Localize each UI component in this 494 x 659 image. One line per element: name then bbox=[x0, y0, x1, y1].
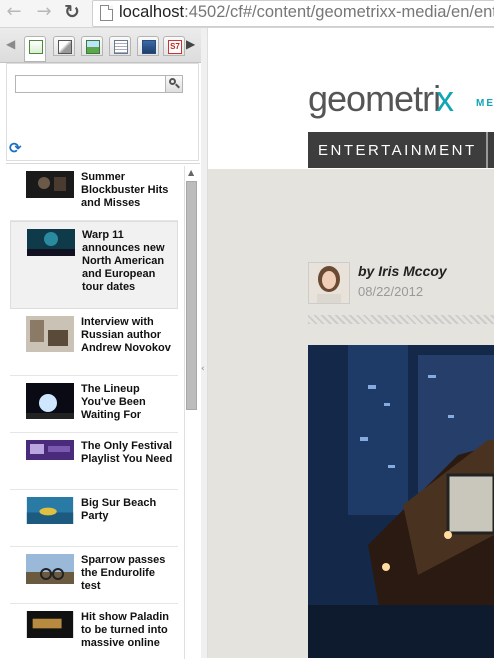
item-title: Warp 11 announces new North American and… bbox=[82, 229, 165, 293]
author-photo bbox=[309, 263, 349, 303]
sidekick-panel: ◀ S7 ▶ ⟳ Summer Blockbuster Hits and Mis… bbox=[0, 28, 202, 659]
hero-photo bbox=[308, 345, 494, 658]
site-logo-media: ME bbox=[476, 98, 494, 109]
tab-components[interactable] bbox=[53, 36, 75, 56]
site-logo-x: x bbox=[436, 78, 454, 119]
author-avatar bbox=[308, 262, 350, 304]
s7-icon: S7 bbox=[168, 40, 182, 54]
pages-icon bbox=[29, 40, 43, 54]
item-title: Interview with Russian author Andrew Nov… bbox=[81, 316, 171, 354]
nav-separator bbox=[486, 132, 488, 168]
tab-scroll-left-icon[interactable]: ◀ bbox=[6, 37, 15, 51]
forward-arrow-icon[interactable]: → bbox=[34, 2, 54, 22]
browser-toolbar: ← → ↻ localhost:4502/cf#/content/geometr… bbox=[0, 0, 494, 28]
thumbnail-image bbox=[26, 316, 74, 352]
item-title: Summer Blockbuster Hits and Misses bbox=[81, 171, 169, 209]
tab-media[interactable] bbox=[137, 36, 159, 56]
list-item[interactable]: Big Sur Beach Party bbox=[10, 490, 178, 547]
address-bar[interactable]: localhost:4502/cf#/content/geometrixx-me… bbox=[92, 0, 494, 27]
refresh-icon[interactable]: ⟳ bbox=[9, 139, 22, 157]
reload-icon[interactable]: ↻ bbox=[62, 2, 82, 22]
image-icon bbox=[86, 40, 100, 54]
thumbnail-image bbox=[27, 229, 75, 256]
panel-splitter[interactable] bbox=[201, 28, 208, 658]
list-item[interactable]: Summer Blockbuster Hits and Misses bbox=[10, 164, 178, 221]
thumbnail-image bbox=[26, 611, 74, 638]
item-title: Sparrow passes the Endurolife test bbox=[81, 554, 166, 592]
collapse-arrow-icon[interactable]: ‹ bbox=[201, 364, 205, 374]
back-arrow-icon[interactable]: ← bbox=[4, 2, 24, 22]
search-area bbox=[6, 63, 199, 161]
thumbnail-image bbox=[26, 171, 74, 198]
item-title: Big Sur Beach Party bbox=[81, 497, 157, 522]
tab-scroll-right-icon[interactable]: ▶ bbox=[186, 37, 195, 51]
document-icon bbox=[114, 40, 128, 54]
site-logo[interactable]: geometri bbox=[308, 78, 441, 120]
scroll-up-icon[interactable]: ▲ bbox=[188, 168, 194, 177]
search-button[interactable] bbox=[165, 75, 183, 93]
list-scrollbar-thumb[interactable] bbox=[186, 181, 197, 410]
author-name: by Iris Mccoy bbox=[358, 263, 447, 279]
tab-s7[interactable]: S7 bbox=[163, 36, 185, 56]
article-date: 08/22/2012 bbox=[358, 284, 424, 299]
item-title: The Lineup You've Been Waiting For bbox=[81, 383, 146, 421]
page-content: geometri x ME ENTERTAINMENT by Iris Mcco… bbox=[208, 28, 494, 658]
tab-images[interactable] bbox=[81, 36, 103, 56]
thumbnail-image bbox=[26, 440, 74, 460]
item-title: The Only Festival Playlist You Need bbox=[81, 440, 173, 465]
sidekick-tabbar: ◀ S7 ▶ bbox=[0, 28, 201, 63]
list-item[interactable]: Hit show Paladin to be turned into massi… bbox=[10, 604, 178, 659]
thumbnail-image bbox=[26, 497, 74, 524]
list-item[interactable]: Interview with Russian author Andrew Nov… bbox=[10, 309, 178, 376]
components-icon bbox=[58, 40, 72, 54]
thumbnail-image bbox=[26, 383, 74, 419]
page-icon bbox=[100, 5, 113, 21]
list-item[interactable]: Sparrow passes the Endurolife test bbox=[10, 547, 178, 604]
url-text: localhost:4502/cf#/content/geometrixx-me… bbox=[119, 3, 494, 21]
site-navbar: ENTERTAINMENT bbox=[308, 132, 494, 168]
list-item[interactable]: Warp 11 announces new North American and… bbox=[10, 221, 178, 309]
list-item[interactable]: The Only Festival Playlist You Need bbox=[10, 433, 178, 490]
tab-pages[interactable] bbox=[24, 36, 46, 62]
item-title: Hit show Paladin to be turned into massi… bbox=[81, 611, 170, 649]
tab-documents[interactable] bbox=[109, 36, 131, 56]
list-item[interactable]: The Lineup You've Been Waiting For bbox=[10, 376, 178, 433]
nav-item-entertainment[interactable]: ENTERTAINMENT bbox=[318, 142, 477, 159]
divider bbox=[308, 315, 494, 324]
media-icon bbox=[142, 40, 156, 54]
search-input[interactable] bbox=[15, 75, 166, 93]
hero-image bbox=[308, 345, 494, 658]
thumbnail-image bbox=[26, 554, 74, 584]
content-list: Summer Blockbuster Hits and Misses Warp … bbox=[6, 163, 200, 659]
